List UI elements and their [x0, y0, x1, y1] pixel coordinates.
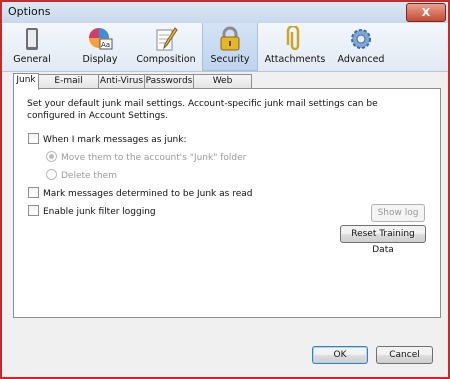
toolbar-composition[interactable]: Composition	[136, 23, 196, 71]
toolbar-advanced-label: Advanced	[337, 54, 385, 65]
toolbar-general[interactable]: General	[10, 23, 54, 71]
toolbar-general-label: General	[13, 54, 51, 65]
security-icon	[220, 26, 240, 51]
security-pane: Junk E-mail Scams Anti-Virus Passwords W…	[2, 72, 448, 378]
svg-text:Aa: Aa	[101, 41, 110, 49]
toolbar-composition-label: Composition	[136, 54, 196, 65]
display-icon: Aa	[89, 28, 113, 50]
delete-option-label: Delete them	[61, 171, 117, 181]
composition-icon	[156, 27, 178, 51]
general-icon	[26, 28, 38, 50]
enable-logging-label: Enable junk filter logging	[43, 207, 156, 217]
preferences-toolbar: General Aa Display Composition Security …	[2, 23, 448, 72]
window-title: Options	[8, 5, 51, 18]
junk-description: Set your default junk mail settings. Acc…	[27, 99, 378, 121]
tab-passwords[interactable]: Passwords	[144, 74, 194, 89]
toolbar-attachments[interactable]: Attachments	[264, 23, 326, 71]
toolbar-attachments-label: Attachments	[264, 54, 326, 65]
enable-logging-row[interactable]: Enable junk filter logging	[28, 205, 156, 217]
toolbar-display[interactable]: Aa Display	[78, 23, 122, 71]
mark-read-checkbox[interactable]	[28, 187, 39, 198]
tab-web-content[interactable]: Web Content	[193, 74, 252, 99]
mark-read-row[interactable]: Mark messages determined to be Junk as r…	[28, 187, 252, 199]
reset-training-button[interactable]: Reset Training Data	[340, 225, 426, 255]
move-option-label: Move them to the account's "Junk" folder	[61, 153, 247, 163]
title-bar: Options X	[1, 1, 449, 23]
tab-anti-virus[interactable]: Anti-Virus	[98, 74, 145, 89]
mark-read-label: Mark messages determined to be Junk as r…	[43, 189, 253, 199]
toolbar-security-label: Security	[210, 54, 250, 65]
move-option-radio[interactable]	[46, 151, 57, 162]
tab-junk[interactable]: Junk	[13, 73, 39, 90]
delete-option-row[interactable]: Delete them	[46, 169, 117, 181]
options-window: Options X General Aa Display Composition…	[0, 0, 450, 379]
delete-option-radio[interactable]	[46, 169, 57, 180]
toolbar-display-label: Display	[82, 54, 118, 65]
when-mark-junk-row[interactable]: When I mark messages as junk:	[28, 133, 187, 145]
attachments-icon	[286, 26, 300, 51]
cancel-button[interactable]: Cancel	[376, 346, 433, 364]
move-option-row[interactable]: Move them to the account's "Junk" folder	[46, 151, 246, 163]
when-mark-junk-checkbox[interactable]	[28, 133, 39, 144]
toolbar-security[interactable]: Security	[202, 23, 258, 71]
close-button[interactable]: X	[406, 3, 446, 22]
tab-email-scams[interactable]: E-mail Scams	[38, 74, 99, 99]
show-log-button[interactable]: Show log	[371, 204, 425, 222]
toolbar-advanced[interactable]: Advanced	[332, 23, 390, 71]
junk-panel: Set your default junk mail settings. Acc…	[13, 88, 441, 318]
ok-button[interactable]: OK	[312, 346, 368, 364]
when-mark-junk-label: When I mark messages as junk:	[43, 135, 187, 145]
advanced-icon	[351, 29, 371, 49]
enable-logging-checkbox[interactable]	[28, 205, 39, 216]
